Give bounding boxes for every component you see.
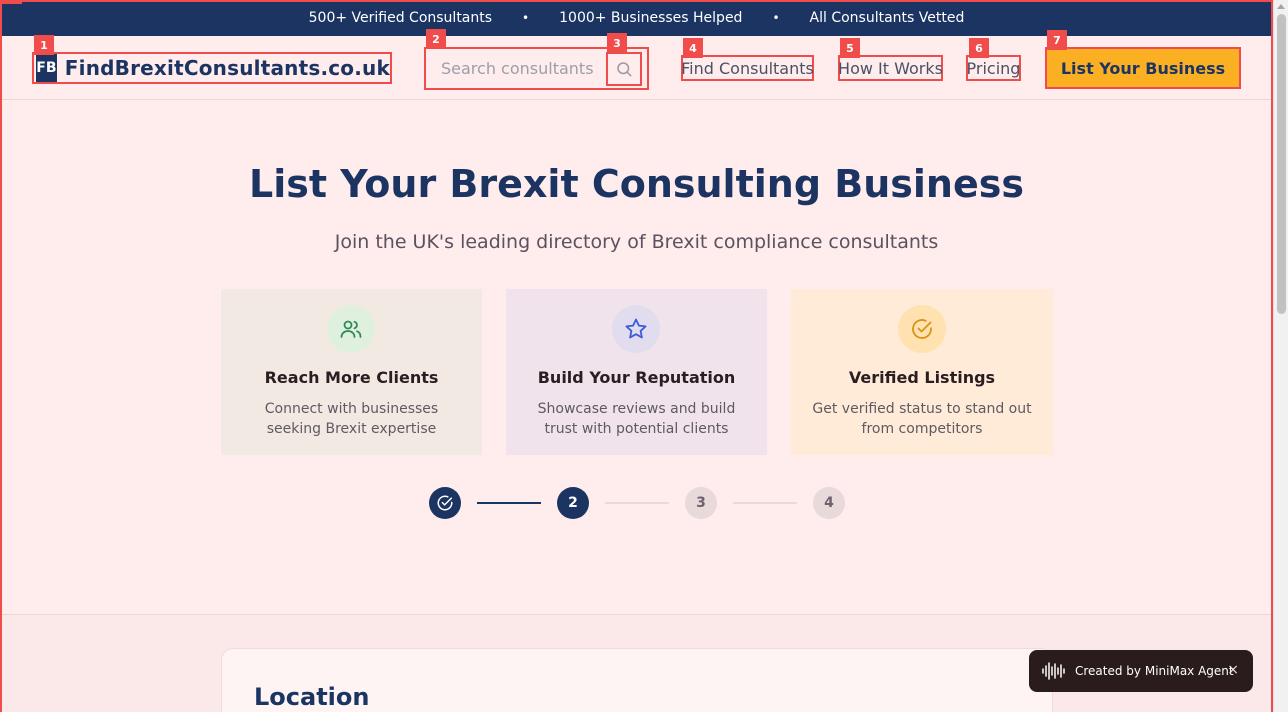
feature-card-verified: Verified Listings Get verified status to… <box>791 289 1053 455</box>
annotation-badge: 2 <box>426 29 446 49</box>
progress-stepper: 2 3 4 <box>0 487 1273 519</box>
feature-card-reach: Reach More Clients Connect with business… <box>221 289 482 455</box>
scroll-up-arrow-icon[interactable] <box>1277 4 1285 9</box>
feature-icon-circle <box>612 305 660 353</box>
hero-title: List Your Brexit Consulting Business <box>249 162 1024 206</box>
list-your-business-button[interactable]: List Your Business <box>1045 47 1241 89</box>
users-icon <box>340 320 362 338</box>
created-by-badge[interactable]: Created by MiniMax Agent × <box>1029 650 1253 692</box>
check-circle-icon <box>912 319 932 339</box>
search-icon <box>617 62 632 77</box>
step-connector <box>733 502 797 504</box>
frame-corner <box>0 0 22 4</box>
waveform-icon <box>1042 662 1065 680</box>
step-connector <box>605 502 669 504</box>
feature-card-reputation: Build Your Reputation Showcase reviews a… <box>506 289 767 455</box>
star-icon <box>625 318 647 339</box>
nav-how-it-works[interactable]: How It Works <box>838 55 943 81</box>
annotation-badge: 4 <box>683 38 703 58</box>
logo-text: FindBrexitConsultants.co.uk <box>64 56 390 80</box>
annotation-badge: 7 <box>1047 30 1067 50</box>
step-3: 3 <box>685 487 717 519</box>
site-header: FB FindBrexitConsultants.co.uk Find Cons… <box>0 36 1273 100</box>
stat-consultants: 500+ Verified Consultants <box>308 10 493 26</box>
annotation-badge: 6 <box>969 38 989 58</box>
feature-text: Showcase reviews and build trust with po… <box>537 401 736 437</box>
step-1-complete <box>429 487 461 519</box>
step-4: 4 <box>813 487 845 519</box>
location-heading: Location <box>254 683 370 711</box>
feature-title: Verified Listings <box>848 368 996 387</box>
check-circle-icon <box>437 495 453 511</box>
stat-businesses: 1000+ Businesses Helped <box>559 10 743 26</box>
nav-pricing[interactable]: Pricing <box>966 55 1021 81</box>
annotation-badge: 1 <box>34 35 54 55</box>
feature-icon-circle <box>898 305 946 353</box>
feature-title: Reach More Clients <box>264 368 439 387</box>
logo-mark: FB <box>36 54 57 82</box>
search-bar <box>424 47 649 90</box>
close-icon[interactable]: × <box>1227 662 1239 678</box>
feature-icon-circle <box>327 305 375 353</box>
feature-text: Get verified status to stand out from co… <box>812 401 1032 437</box>
step-connector <box>477 502 541 504</box>
separator-dot: • <box>772 11 780 25</box>
step-2-current: 2 <box>557 487 589 519</box>
feature-text: Connect with businesses seeking Brexit e… <box>264 401 439 437</box>
page-scrollbar[interactable] <box>1273 0 1288 712</box>
location-card: Location <box>221 648 1053 712</box>
stat-vetted: All Consultants Vetted <box>809 10 965 26</box>
search-input[interactable] <box>426 49 606 88</box>
site-logo[interactable]: FB FindBrexitConsultants.co.uk <box>32 52 392 84</box>
search-button[interactable] <box>606 52 642 86</box>
annotation-badge: 5 <box>840 38 860 58</box>
stats-bar: 500+ Verified Consultants • 1000+ Busine… <box>0 0 1273 36</box>
scrollbar-thumb[interactable] <box>1277 14 1286 314</box>
feature-title: Build Your Reputation <box>537 368 736 387</box>
nav-find-consultants[interactable]: Find Consultants <box>681 55 814 81</box>
hero-subtitle: Join the UK's leading directory of Brexi… <box>334 231 939 253</box>
separator-dot: • <box>522 11 530 25</box>
annotation-badge: 3 <box>607 33 627 53</box>
toast-label: Created by MiniMax Agent <box>1075 664 1234 678</box>
